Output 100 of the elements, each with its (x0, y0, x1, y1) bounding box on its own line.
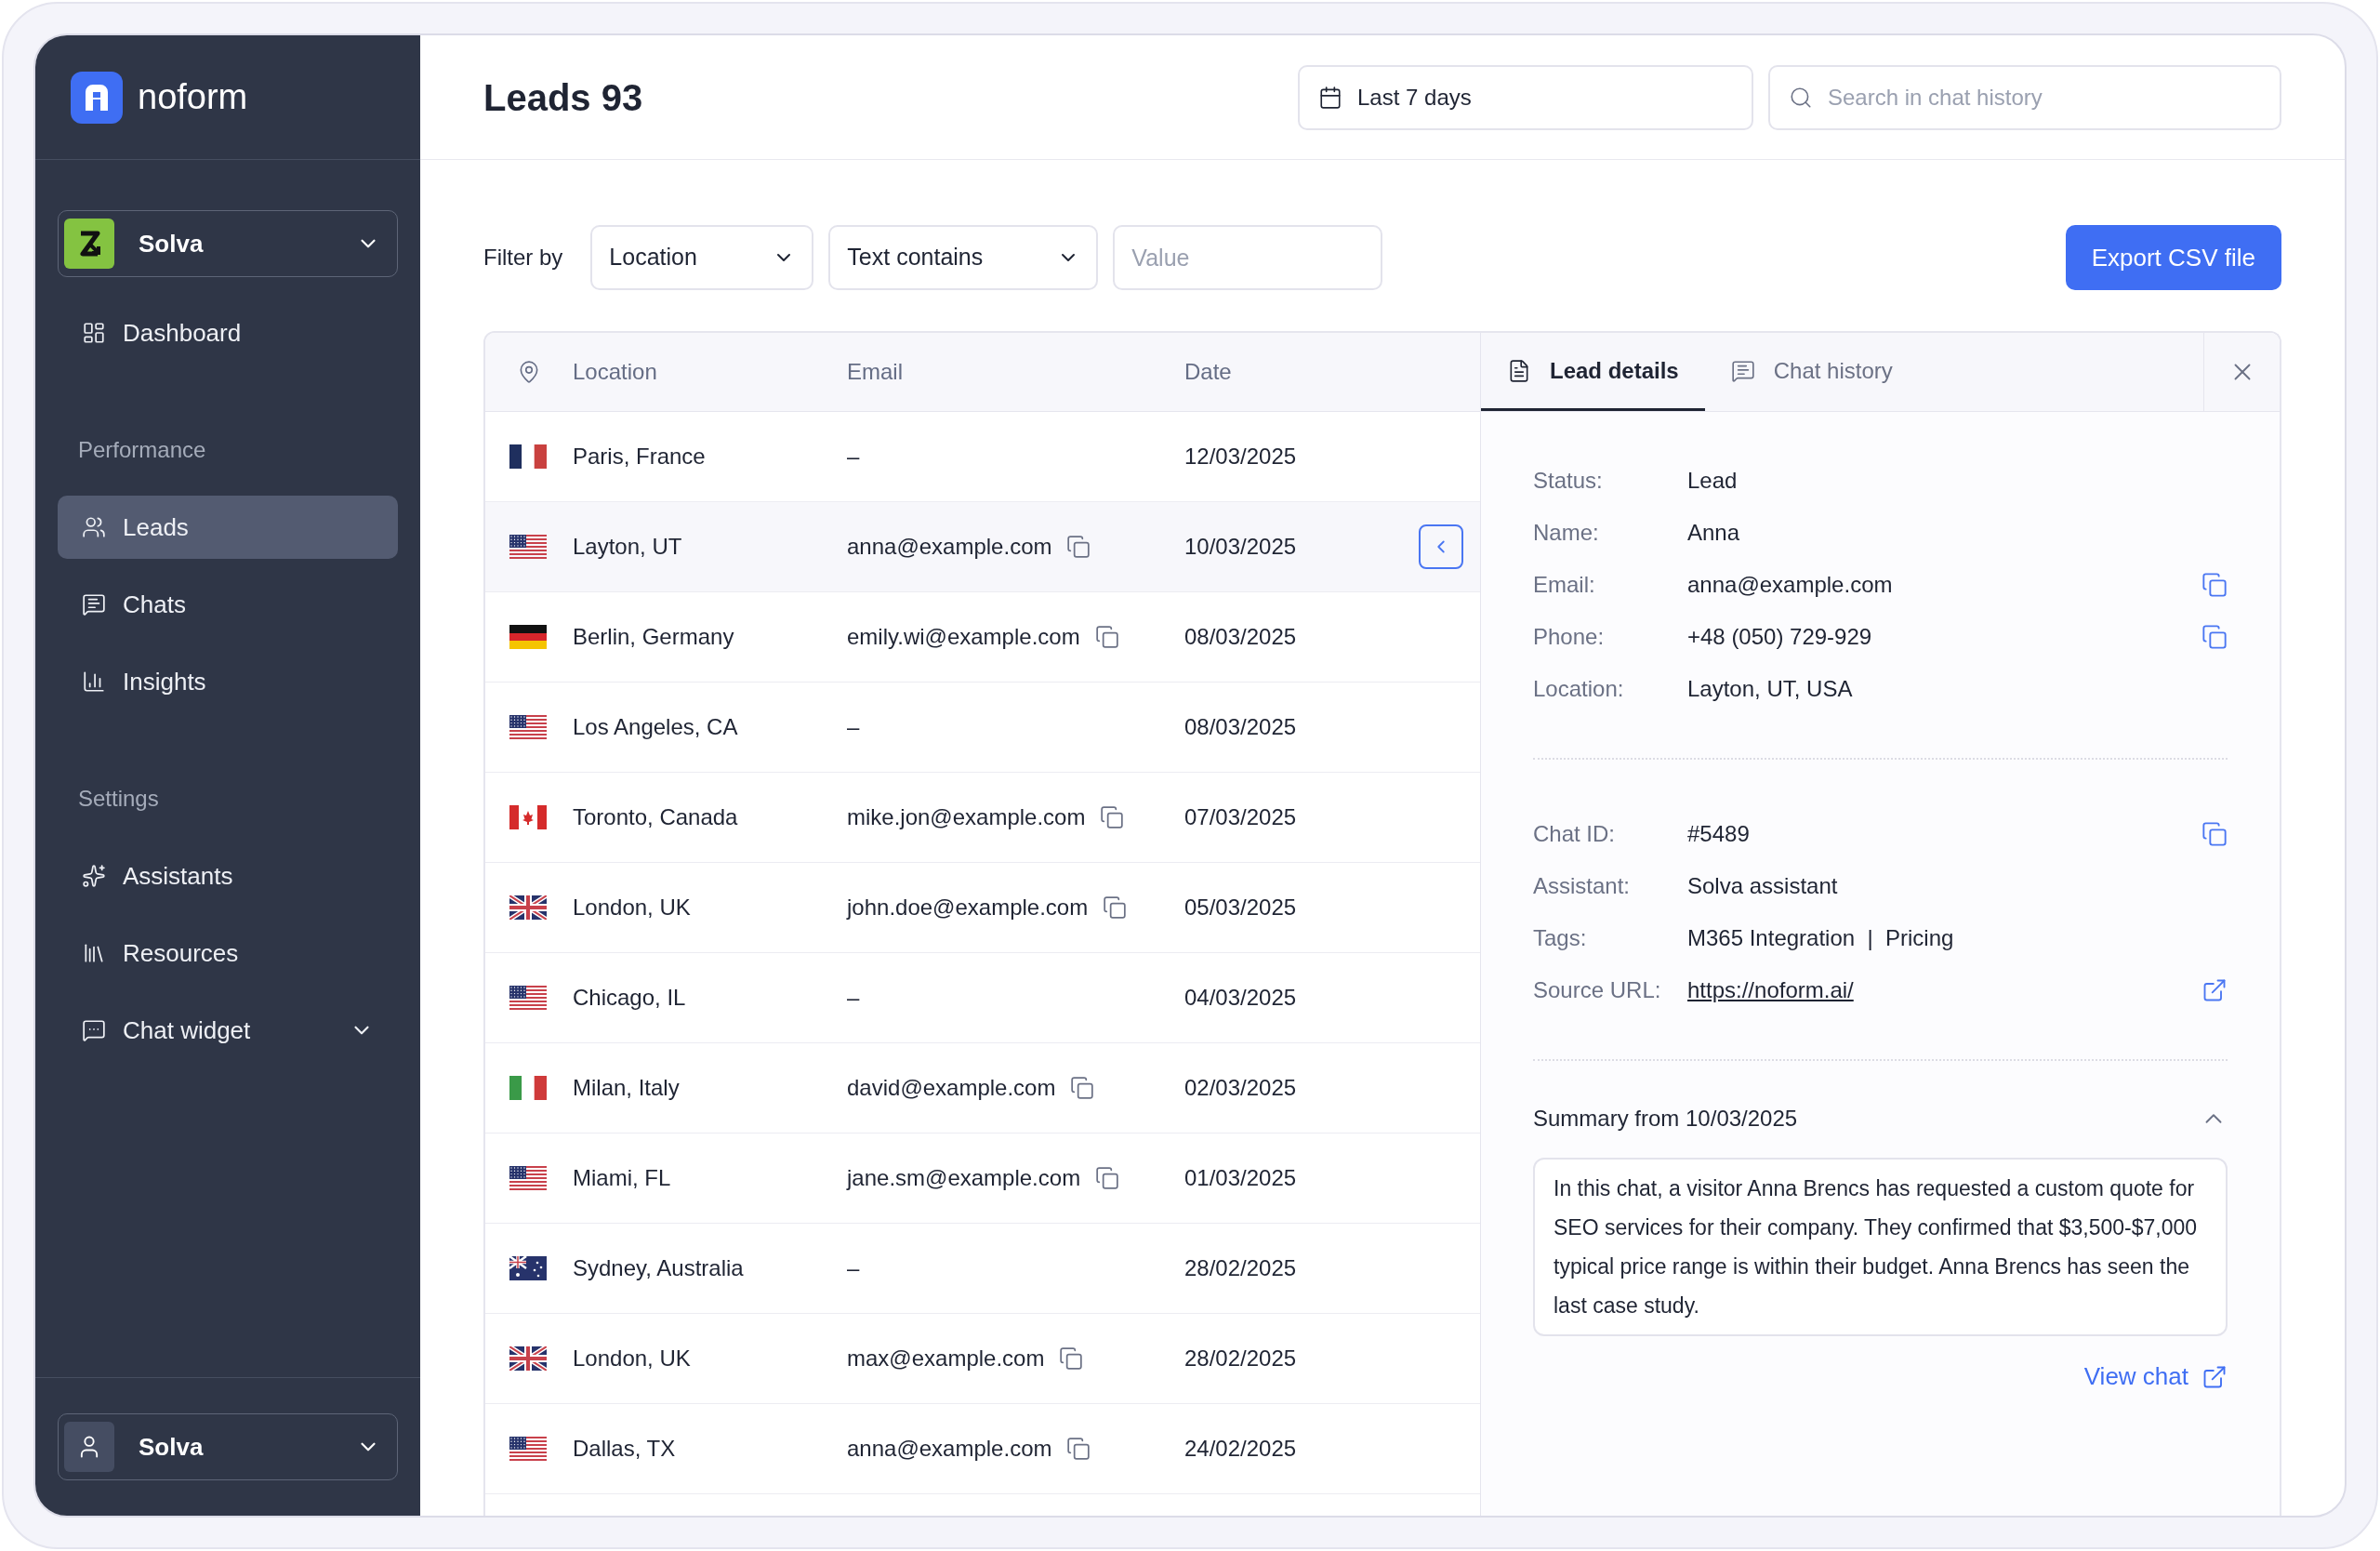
copy-icon[interactable] (1094, 625, 1119, 649)
location-cell-text: Los Angeles, CA (573, 713, 738, 741)
date-cell-text: 01/03/2025 (1184, 1164, 1297, 1192)
date-cell-text: 24/02/2025 (1184, 1435, 1297, 1463)
location-cell-text: Dallas, TX (573, 1435, 676, 1463)
column-header: Email (847, 358, 903, 386)
date-cell-text: 12/03/2025 (1184, 443, 1297, 471)
copy-icon[interactable] (1100, 805, 1125, 829)
date-cell-text: 07/03/2025 (1184, 803, 1297, 831)
nav-item[interactable]: Chat widget (58, 999, 398, 1062)
nav-item[interactable]: Resources (58, 921, 398, 985)
nav-item[interactable]: Leads (58, 496, 398, 559)
search-input[interactable]: Search in chat history (1828, 80, 2261, 114)
panel-tab[interactable]: Lead details (1481, 333, 1705, 411)
date-range-picker[interactable]: Last 7 days (1298, 64, 1753, 130)
date-cell-text: 10/03/2025 (1184, 533, 1297, 561)
dashboard-icon (82, 321, 106, 345)
table-row[interactable]: Layton, UT anna@example.com 10/03/2025 (485, 502, 1480, 592)
chat-icon (1730, 358, 1755, 383)
copy-icon[interactable] (1066, 535, 1091, 559)
search-field[interactable]: Search in chat history (1768, 64, 2281, 130)
copy-icon[interactable] (1066, 1437, 1091, 1461)
flag-icon (509, 444, 547, 469)
date-cell-text: 08/03/2025 (1184, 713, 1297, 741)
flag-icon (509, 1166, 547, 1190)
calendar-icon (1318, 85, 1342, 110)
field-label: Chat ID: (1533, 820, 1617, 848)
email-cell-text: – (847, 984, 860, 1012)
field-label: Assistant: (1533, 872, 1632, 900)
location-cell-text: Berlin, Germany (573, 623, 734, 651)
nav-item[interactable]: Dashboard (58, 301, 398, 365)
flag-icon (509, 805, 547, 829)
field-label: Location: (1533, 675, 1625, 703)
chat-icon (82, 592, 106, 616)
panel-tab[interactable]: Chat history (1704, 333, 1919, 411)
external-link-icon[interactable] (2202, 977, 2228, 1003)
field-dropdown[interactable]: Location (590, 225, 814, 290)
value-input[interactable]: Value (1113, 225, 1383, 290)
email-cell-text: emily.wi@example.com (847, 623, 1080, 651)
copy-icon[interactable] (2202, 572, 2228, 598)
email-cell-text: jane.sm@example.com (847, 1164, 1081, 1192)
email-cell-text: – (847, 443, 860, 471)
field-value: anna@example.com (1687, 571, 1894, 599)
nav-item[interactable]: Insights (58, 650, 398, 713)
flag-icon (509, 1256, 547, 1280)
email-cell-text: anna@example.com (847, 1435, 1052, 1463)
export-button[interactable]: Export CSV file (2065, 225, 2281, 290)
flag-icon (509, 895, 547, 920)
location-cell-text: London, UK (573, 1345, 691, 1372)
date-cell-text: 04/03/2025 (1184, 984, 1297, 1012)
field-value: Anna (1687, 519, 1741, 547)
field-value: Lead (1687, 467, 1739, 495)
summary-toggle[interactable]: Summary from 10/03/2025 (1533, 1102, 2228, 1135)
flag-icon (509, 535, 547, 559)
copy-icon[interactable] (1103, 895, 1128, 920)
workspace-select[interactable]: Solva (58, 210, 398, 277)
nav-item[interactable]: Assistants (58, 844, 398, 908)
column-header: Date (1184, 358, 1232, 386)
workspace-logo-icon (64, 219, 114, 269)
date-cell-text: 08/03/2025 (1184, 623, 1297, 651)
chat-bubble-icon (82, 1018, 106, 1042)
email-cell-text: john.doe@example.com (847, 894, 1089, 921)
location-cell-text: London, UK (573, 894, 691, 921)
column-header: Location (573, 358, 657, 386)
collapse-button[interactable] (1419, 524, 1463, 569)
location-cell-text: Paris, France (573, 443, 706, 471)
field-value: #5489 (1687, 820, 1751, 848)
operator-dropdown[interactable]: Text contains (828, 225, 1099, 290)
summary-text: In this chat, a visitor Anna Brencs has requested a custom quote for SEO services for their company. They confirmed that $3,500-$7,000 typical price range is within their budget. Anna Brencs has seen the last case study. (1533, 1158, 2228, 1336)
field-label: Phone: (1533, 623, 1606, 651)
view-chat-link[interactable]: View chat (2083, 1359, 2228, 1395)
nav-section-label: Performance (77, 436, 207, 464)
copy-icon[interactable] (2202, 624, 2228, 650)
flag-icon (509, 986, 547, 1010)
flag-icon (509, 1437, 547, 1461)
copy-icon[interactable] (1059, 1346, 1084, 1371)
flag-icon (509, 1076, 547, 1100)
brand-name: noform (138, 76, 248, 118)
field-value: Layton, UT, USA (1687, 675, 1854, 703)
copy-icon[interactable] (2202, 821, 2228, 847)
logo-icon (71, 71, 123, 124)
email-cell-text: – (847, 1254, 860, 1282)
field-label: Name: (1533, 519, 1600, 547)
bar-chart-icon (82, 669, 106, 694)
copy-icon[interactable] (1095, 1166, 1120, 1190)
source-link[interactable]: https://noform.ai/ (1687, 974, 2202, 1007)
location-cell-text: Milan, Italy (573, 1074, 680, 1102)
location-cell-text: Miami, FL (573, 1164, 671, 1192)
copy-icon[interactable] (1070, 1076, 1095, 1100)
date-cell-text: 02/03/2025 (1184, 1074, 1297, 1102)
nav-item[interactable]: Chats (58, 573, 398, 636)
field-value: Solva assistant (1687, 872, 1839, 900)
user-select[interactable]: Solva (58, 1413, 398, 1480)
page-title: Leads 93 (483, 75, 644, 120)
sparkle-icon (82, 864, 106, 888)
email-cell-text: max@example.com (847, 1345, 1045, 1372)
flag-icon (509, 715, 547, 739)
nav-section-label: Settings (77, 785, 160, 813)
email-cell-text: anna@example.com (847, 533, 1052, 561)
location-cell-text: Toronto, Canada (573, 803, 738, 831)
